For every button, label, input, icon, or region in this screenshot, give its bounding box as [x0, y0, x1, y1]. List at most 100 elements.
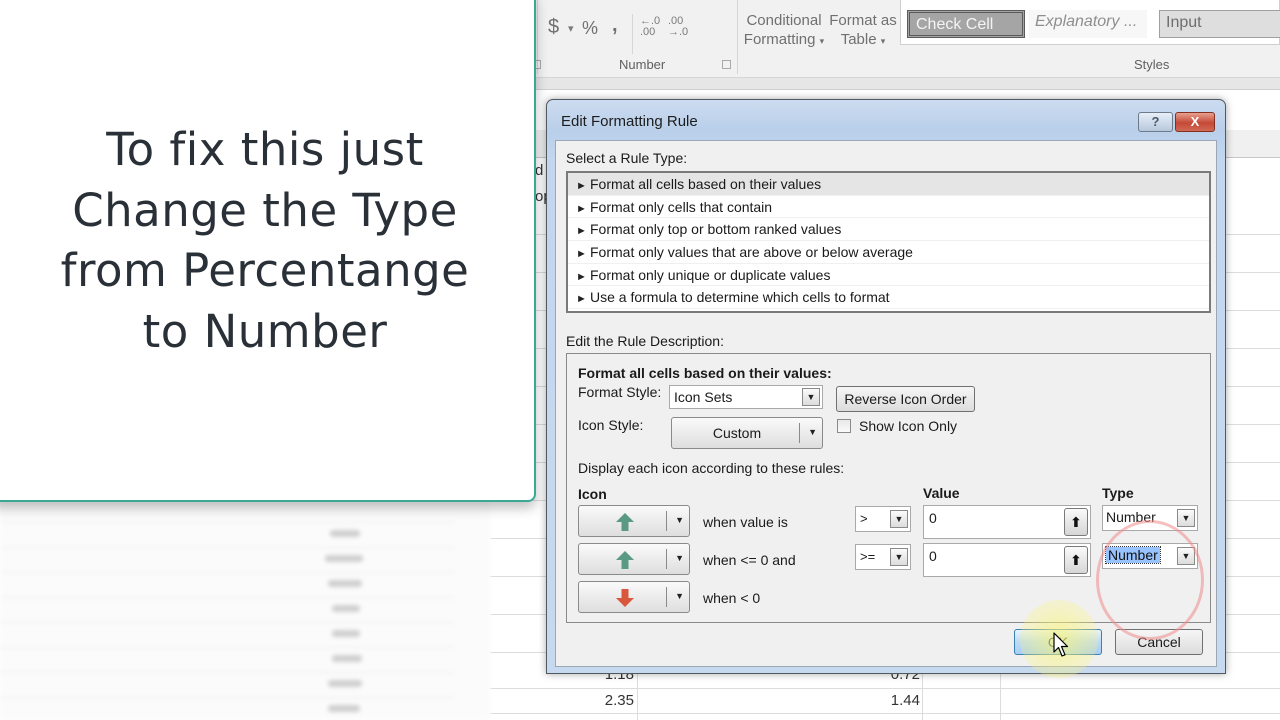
blurred-value: [328, 580, 362, 587]
operator-select-row-1[interactable]: > ▼: [855, 506, 911, 532]
green-up-arrow-icon: [616, 513, 634, 531]
show-icon-only-checkbox[interactable]: [837, 419, 851, 433]
chevron-down-icon[interactable]: ▼: [808, 427, 817, 437]
chevron-down-icon: ▾: [880, 36, 886, 46]
condition-text: when <= 0 and: [703, 552, 796, 568]
chevron-down-icon[interactable]: ▼: [675, 553, 684, 563]
rule-type-label: Select a Rule Type:: [566, 150, 688, 166]
collapse-dialog-icon[interactable]: ⬆: [1064, 546, 1088, 574]
reverse-icon-order-button[interactable]: Reverse Icon Order: [836, 386, 975, 412]
number-dialog-launcher[interactable]: [722, 60, 731, 69]
arrow-right-icon: ►: [576, 225, 587, 238]
blurred-value: [328, 680, 362, 687]
cell-value[interactable]: 1.44: [891, 692, 920, 709]
increase-decimal-button[interactable]: ←.0.00: [640, 16, 666, 38]
chevron-down-icon[interactable]: ▼: [675, 515, 684, 525]
cell-styles-gallery: Check Cell Explanatory ... Input: [900, 0, 1280, 45]
icon-style-label: Icon Style:: [578, 417, 644, 433]
dialog-body: Select a Rule Type: ► Format all cells ba…: [555, 140, 1217, 667]
instruction-text: To fix this just Change the Type from Pe…: [2, 120, 528, 362]
instruction-line: to Number: [142, 304, 388, 358]
value-column-header: Value: [923, 485, 960, 501]
collapse-dialog-icon[interactable]: ⬆: [1064, 508, 1088, 536]
arrow-right-icon: ►: [576, 202, 587, 215]
currency-format-button[interactable]: $: [548, 16, 559, 39]
rule-description-box: Format all cells based on their values: …: [566, 353, 1211, 623]
grid-line: [0, 647, 455, 648]
rule-type-item[interactable]: ► Format only values that are above or be…: [568, 241, 1209, 264]
percent-style-button[interactable]: %: [582, 18, 598, 39]
screen: ▾ $ ▾ % , ←.0.00 .00→.0 Number Condition…: [0, 0, 1280, 720]
split-divider: [666, 511, 667, 531]
type-select-row-2[interactable]: Number ▼: [1102, 543, 1198, 569]
split-divider: [666, 549, 667, 569]
instruction-line: To fix this just: [106, 123, 424, 176]
show-icon-only-label: Show Icon Only: [859, 418, 958, 434]
ribbon-separator: [737, 0, 738, 74]
chevron-down-icon[interactable]: ▼: [1177, 509, 1195, 527]
icon-select-row-3[interactable]: ▼: [578, 581, 690, 613]
grid-line: [0, 622, 455, 623]
cancel-button[interactable]: Cancel: [1115, 629, 1203, 655]
grid-line: [0, 522, 455, 523]
format-as-table-button[interactable]: Format as Table ▾: [828, 12, 898, 48]
rule-type-item[interactable]: ► Use a formula to determine which cells …: [568, 286, 1209, 310]
blurred-value: [332, 605, 360, 612]
chevron-down-icon[interactable]: ▼: [890, 548, 908, 566]
edit-formatting-rule-dialog: Edit Formatting Rule ? X Select a Rule T…: [546, 99, 1226, 674]
rule-type-item[interactable]: ► Format only unique or duplicate values: [568, 264, 1209, 287]
style-input[interactable]: Input: [1159, 10, 1280, 38]
chevron-down-icon[interactable]: ▼: [1177, 547, 1195, 565]
style-check-cell[interactable]: Check Cell: [907, 10, 1025, 38]
operator-select-row-2[interactable]: >= ▼: [855, 544, 911, 570]
type-value-highlighted: Number: [1105, 546, 1161, 564]
formula-bar-strip: [490, 78, 1280, 90]
format-style-value: Icon Sets: [674, 389, 733, 405]
icon-select-row-1[interactable]: ▼: [578, 505, 690, 537]
value-input-row-1[interactable]: 0 ⬆: [923, 505, 1091, 539]
styles-group-label: Styles: [1134, 57, 1170, 72]
icon-select-row-2[interactable]: ▼: [578, 543, 690, 575]
format-style-label: Format Style:: [578, 384, 662, 400]
rule-type-item[interactable]: ► Format only cells that contain: [568, 196, 1209, 219]
icon-style-select[interactable]: Custom ▼: [671, 417, 823, 449]
grid-line: [490, 688, 1280, 689]
conditional-formatting-button[interactable]: Conditional Formatting ▾: [742, 12, 826, 48]
value-text: 0: [929, 548, 937, 564]
chevron-down-icon[interactable]: ▼: [802, 388, 820, 406]
grid-line: [0, 572, 455, 573]
type-select-row-1[interactable]: Number ▼: [1102, 505, 1198, 531]
instruction-line: from Percentange: [60, 244, 470, 297]
cell-value[interactable]: 2.35: [605, 692, 634, 709]
chevron-down-icon[interactable]: ▼: [890, 510, 908, 528]
rule-type-item[interactable]: ► Format only top or bottom ranked values: [568, 218, 1209, 242]
comma-style-button[interactable]: ,: [612, 14, 618, 37]
icon-style-value: Custom: [712, 425, 762, 441]
green-up-arrow-icon: [616, 551, 634, 569]
rule-type-list[interactable]: ► Format all cells based on their values …: [566, 171, 1211, 313]
number-group-label: Number: [619, 57, 666, 72]
decrease-decimal-button[interactable]: .00 →.0: [668, 16, 694, 38]
blurred-value: [332, 630, 360, 637]
arrow-right-icon: ►: [576, 180, 587, 192]
help-icon: ?: [1151, 114, 1160, 129]
grid-line: [0, 672, 455, 673]
chevron-down-icon[interactable]: ▼: [675, 591, 684, 601]
currency-dropdown-arrow[interactable]: ▾: [568, 22, 574, 35]
rule-type-item[interactable]: ► Format all cells based on their values: [568, 173, 1209, 196]
grid-line: [0, 597, 455, 598]
blurred-sheet-area: [0, 500, 490, 720]
split-divider: [799, 423, 800, 443]
blurred-value: [325, 555, 363, 562]
type-column-header: Type: [1102, 485, 1134, 501]
format-as-table-line2: Table ▾: [840, 31, 886, 48]
ok-button[interactable]: OK: [1014, 629, 1102, 655]
style-explanatory[interactable]: Explanatory ...: [1029, 10, 1147, 38]
red-down-arrow-icon: [616, 589, 634, 607]
value-input-row-2[interactable]: 0 ⬆: [923, 543, 1091, 577]
rule-description-label: Edit the Rule Description:: [566, 333, 724, 349]
help-button[interactable]: ?: [1138, 112, 1173, 132]
instruction-overlay: To fix this just Change the Type from Pe…: [0, 0, 536, 502]
format-style-select[interactable]: Icon Sets ▼: [669, 385, 823, 409]
close-button[interactable]: X: [1175, 112, 1215, 132]
